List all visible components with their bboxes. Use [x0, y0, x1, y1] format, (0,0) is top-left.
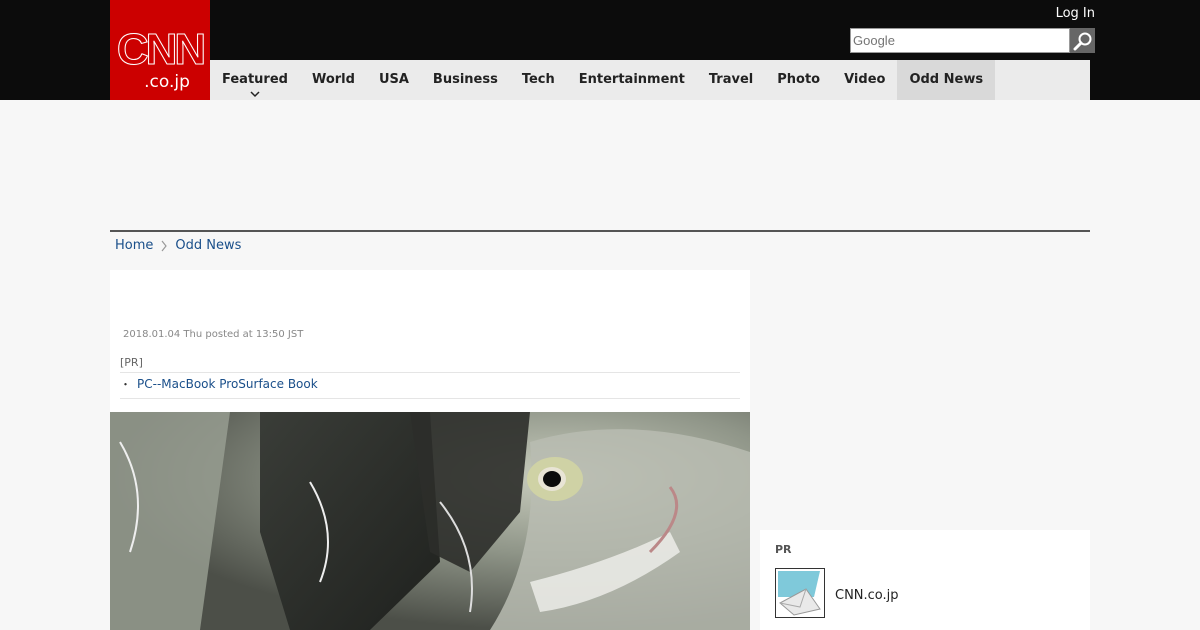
- nav-item-usa[interactable]: USA: [367, 60, 421, 100]
- login-link[interactable]: Log In: [1056, 6, 1095, 21]
- nav-item-photo[interactable]: Photo: [765, 60, 832, 100]
- top-header: CNN .co.jp Log In Featured World USA Bus…: [0, 0, 1200, 100]
- chevron-down-icon: [250, 91, 260, 98]
- logo-text: CNN: [116, 25, 206, 74]
- post-timestamp: 2018.01.04 Thu posted at 13:50 JST: [123, 329, 304, 340]
- breadcrumb-current[interactable]: Odd News: [175, 238, 241, 253]
- breadcrumb-home[interactable]: Home: [115, 238, 153, 253]
- search-icon: [1073, 32, 1091, 50]
- sidebar-pr-name[interactable]: CNN.co.jp: [835, 588, 899, 603]
- breadcrumb: Home Odd News: [115, 238, 241, 253]
- chevron-right-icon: [161, 240, 168, 251]
- ad-divider: [110, 230, 1090, 232]
- nav-item-tech[interactable]: Tech: [510, 60, 567, 100]
- nav-item-odd-news[interactable]: Odd News: [897, 60, 996, 100]
- mail-icon: [776, 569, 824, 617]
- logo-domain: .co.jp: [144, 72, 190, 92]
- nav-item-world[interactable]: World: [300, 60, 367, 100]
- nav-item-entertainment[interactable]: Entertainment: [567, 60, 697, 100]
- nav-item-video[interactable]: Video: [832, 60, 897, 100]
- nav-item-label: Featured: [222, 72, 288, 87]
- fish-photo: [110, 412, 750, 630]
- search-button[interactable]: [1070, 28, 1095, 53]
- pr-link[interactable]: PC--MacBook ProSurface Book: [137, 377, 318, 391]
- pr-block: [PR] ・ PC--MacBook ProSurface Book: [120, 356, 740, 399]
- bullet: ・: [120, 378, 131, 391]
- nav-item-featured[interactable]: Featured: [210, 60, 300, 100]
- cnn-logo[interactable]: CNN .co.jp: [110, 0, 210, 100]
- pr-tag: [PR]: [120, 356, 143, 369]
- pr-link-row: ・ PC--MacBook ProSurface Book: [120, 372, 740, 399]
- search-input[interactable]: [850, 28, 1070, 53]
- sidebar-pr-thumbnail[interactable]: [775, 568, 825, 618]
- sidebar-pr-title: PR: [775, 543, 792, 556]
- main-nav: Featured World USA Business Tech Enterta…: [210, 60, 1090, 100]
- nav-item-travel[interactable]: Travel: [697, 60, 765, 100]
- nav-item-business[interactable]: Business: [421, 60, 510, 100]
- sidebar-pr-box: PR CNN.co.jp: [760, 530, 1090, 630]
- article-photo: [110, 412, 750, 630]
- article-header-card: 2018.01.04 Thu posted at 13:50 JST [PR] …: [110, 270, 750, 412]
